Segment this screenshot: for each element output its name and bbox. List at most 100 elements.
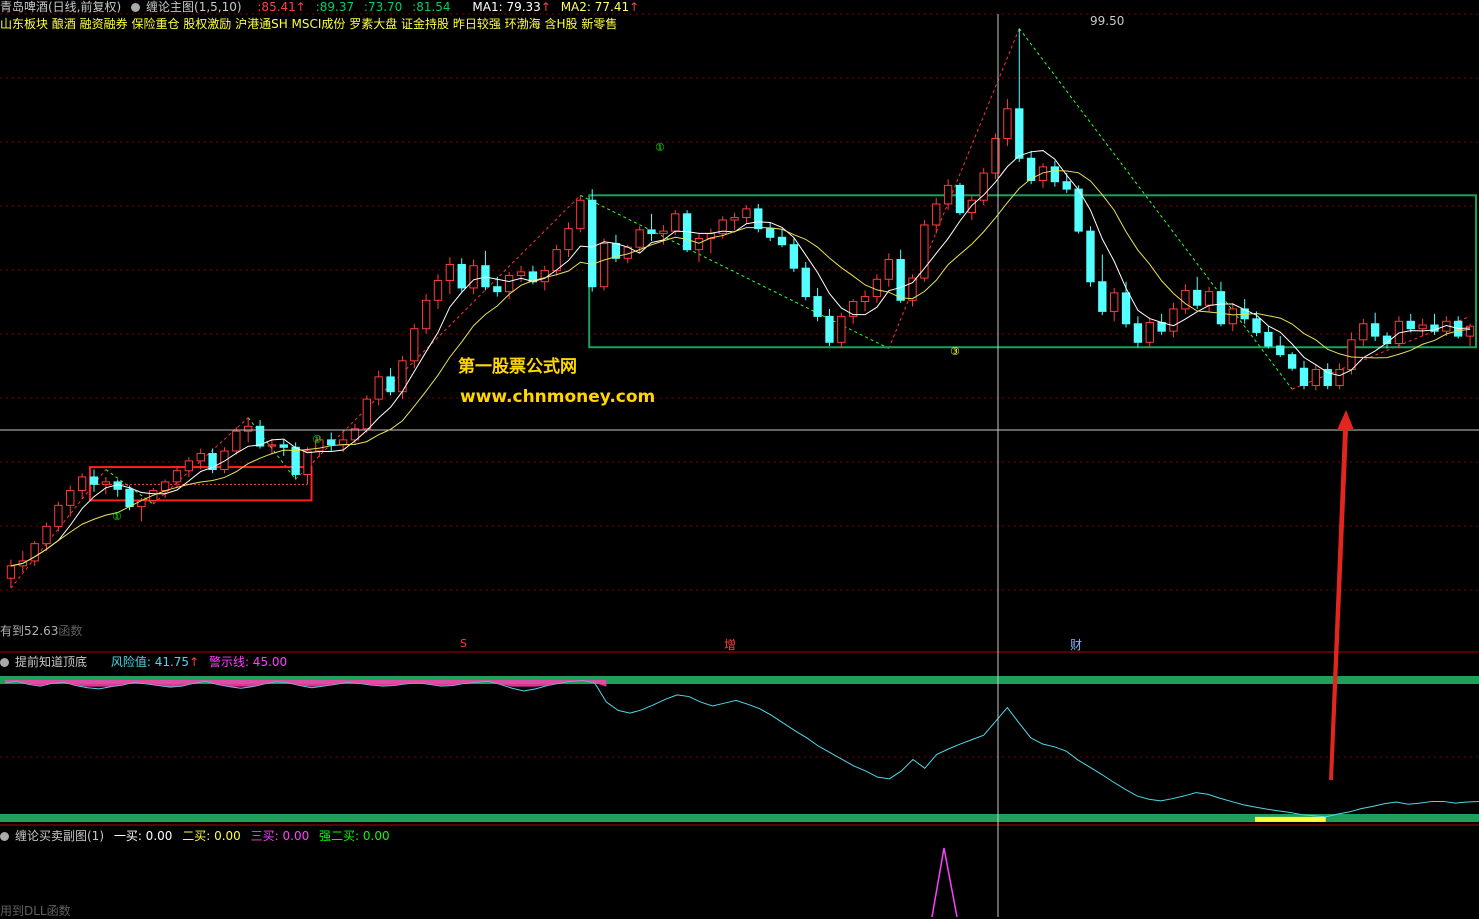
candle-body	[1335, 368, 1344, 387]
marker-zeng: 增	[724, 638, 737, 652]
candle-body	[1264, 331, 1273, 347]
candle-body	[801, 267, 810, 298]
marker-cai: 财	[1070, 638, 1083, 652]
candle-body	[1181, 289, 1190, 310]
chevron-down-icon[interactable]	[0, 832, 9, 841]
candle-body	[1216, 291, 1226, 325]
candle-body	[564, 228, 573, 251]
candle-body	[160, 481, 170, 492]
candle-body	[457, 263, 466, 289]
candlestick-chart	[0, 13, 1479, 917]
candle-body	[516, 271, 526, 277]
pivot-3: ③	[950, 345, 960, 358]
candle-body	[659, 230, 668, 235]
buy1-value: 一买: 0.00	[113, 829, 173, 843]
ma2-value: MA2: 77.41	[560, 0, 630, 14]
panel3-title[interactable]: 缠论买卖副图(1)	[15, 829, 104, 843]
candle-body	[303, 450, 312, 475]
candle-body	[1418, 324, 1427, 330]
candle-body	[410, 328, 419, 362]
candle-body	[196, 452, 205, 462]
value-2: :89.37	[315, 0, 355, 14]
candle-body	[291, 446, 300, 475]
candle-body	[588, 199, 597, 288]
candle-body	[789, 244, 799, 269]
ma5-line	[10, 150, 1471, 567]
candle-body	[1086, 230, 1095, 283]
candle-body	[694, 238, 704, 251]
candle-body	[765, 228, 775, 238]
candle-body	[327, 439, 336, 446]
warn-value: 警示线: 45.00	[208, 655, 288, 669]
ma1-value: MA1: 79.33	[472, 0, 541, 14]
candle-body	[967, 199, 977, 214]
panel2-title[interactable]: 提前知道顶底	[15, 655, 87, 669]
low-prefix: 有到	[0, 624, 25, 638]
candle-body	[279, 444, 288, 448]
stock-title[interactable]: 青岛啤酒(日线,前复权)	[0, 0, 121, 14]
candle-body	[504, 275, 514, 293]
marker-s: S	[460, 637, 467, 650]
candle-body	[1204, 291, 1214, 306]
candle-body	[1311, 368, 1321, 387]
candle-body	[1169, 308, 1178, 332]
candle-body	[255, 425, 265, 447]
candle-body	[1003, 108, 1012, 139]
candle-body	[481, 265, 490, 288]
buy3-value: 三买: 0.00	[250, 829, 310, 843]
candle-body	[635, 229, 644, 248]
candle-body	[374, 376, 383, 400]
strong-buy2-value: 强二买: 0.00	[319, 829, 390, 843]
candle-body	[742, 208, 751, 219]
candle-body	[445, 263, 455, 282]
candle-body	[1299, 367, 1309, 387]
candle-body	[1359, 323, 1368, 341]
low-value: 52.63	[24, 624, 59, 638]
candle-body	[1287, 354, 1297, 369]
buy2-value: 二买: 0.00	[182, 829, 241, 843]
ma10-line	[10, 170, 1471, 567]
risk-panel	[0, 676, 1479, 822]
candle-body	[1015, 108, 1024, 159]
chevron-down-icon	[131, 3, 141, 12]
buy-signal-spike	[931, 847, 958, 917]
candle-body	[433, 280, 443, 301]
risk-line	[4, 680, 1479, 818]
value-3: :73.70	[363, 0, 403, 14]
risk-bottom-fill	[1254, 816, 1326, 822]
chevron-down-icon[interactable]	[0, 658, 9, 667]
signal-panel	[931, 847, 958, 917]
candle-body	[6, 565, 16, 579]
candle-body	[943, 184, 953, 205]
candle-body	[101, 481, 111, 485]
candle-body	[1323, 368, 1332, 387]
candle-body	[1228, 308, 1237, 325]
candle-body	[872, 278, 882, 298]
risk-top-fill	[5, 680, 607, 687]
dll-note: 函数	[58, 624, 83, 638]
candle-body	[730, 217, 739, 221]
candle-body	[1252, 318, 1261, 333]
candle-body	[1074, 188, 1083, 232]
candle-body	[1121, 292, 1131, 325]
candle-body	[232, 430, 241, 452]
candle-body	[220, 450, 229, 471]
concept-tags: 山东板块 酿酒 融资融券 保险重仓 股权激励 沪港通SH MSCI成份 罗素大盘…	[0, 17, 618, 31]
panel3-header: 缠论买卖副图(1) 一买: 0.00 二买: 0.00 三买: 0.00 强二买…	[0, 827, 396, 844]
candle-body	[955, 184, 965, 214]
candle-body	[54, 504, 63, 527]
pivot-1-top: ①	[655, 141, 665, 154]
zigzag-segment	[1018, 28, 1293, 390]
indicator-menu[interactable]: 缠论主图(1,5,10)	[131, 0, 248, 14]
candle-body	[837, 315, 846, 343]
candle-body	[1406, 320, 1415, 330]
candle-body	[777, 236, 787, 246]
candle-body	[1133, 323, 1143, 343]
moving-averages	[10, 150, 1471, 567]
watermark-url[interactable]: www.chnmoney.com	[460, 387, 655, 407]
candle-body	[1110, 292, 1119, 312]
candle-body	[469, 265, 478, 289]
pivot-1-mid: ①	[312, 433, 322, 446]
candle-body	[421, 299, 431, 330]
candle-body	[884, 259, 893, 280]
